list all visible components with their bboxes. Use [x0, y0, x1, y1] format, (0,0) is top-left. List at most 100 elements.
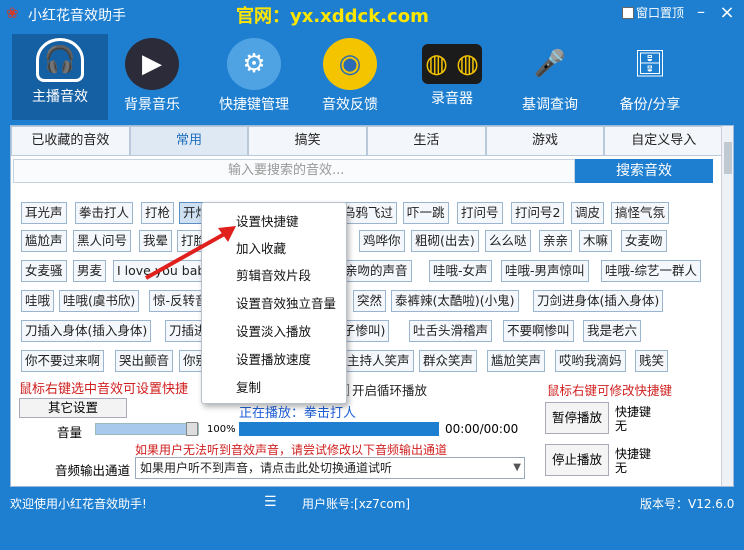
- audio-output-select[interactable]: 如果用户听不到声音，请点击此处切换通道试听 ▼: [135, 457, 525, 479]
- sound-chip[interactable]: 刀剑进身体(插入身体): [533, 290, 664, 312]
- volume-fill: [96, 424, 188, 434]
- sound-chip[interactable]: 打枪: [141, 202, 175, 224]
- sound-chip[interactable]: 打问号2: [511, 202, 565, 224]
- chevron-down-icon[interactable]: ▼: [513, 458, 521, 478]
- flower-logo-icon: ❀: [6, 4, 19, 22]
- tab-common[interactable]: 常用: [129, 126, 249, 156]
- app-title: 小红花音效助手: [28, 8, 126, 24]
- volume-slider[interactable]: [95, 422, 199, 436]
- menu-item-fade-in[interactable]: 设置淡入播放: [202, 319, 348, 345]
- tool-backup-share[interactable]: 🗄 备份/分享: [602, 34, 698, 120]
- tool-label: 备份/分享: [619, 97, 681, 113]
- sound-chip[interactable]: 搞怪气氛: [611, 202, 670, 224]
- search-row: 输入要搜索的音效... 搜索音效: [13, 159, 713, 183]
- sound-chip[interactable]: 你不要过来啊: [21, 350, 105, 372]
- sound-chip[interactable]: 贱笑: [635, 350, 669, 372]
- audio-output-label: 音频输出通道: [55, 463, 131, 478]
- sound-chip[interactable]: 哇哦-男声惊叫: [501, 260, 589, 282]
- context-menu: 设置快捷键 加入收藏 剪辑音效片段 设置音效独立音量 设置淡入播放 设置播放速度…: [201, 202, 347, 404]
- search-input[interactable]: 输入要搜索的音效...: [13, 159, 575, 183]
- tool-background-music[interactable]: ▶ 背景音乐: [104, 34, 200, 120]
- gear-keyboard-icon: ⚙: [227, 38, 281, 90]
- menu-item-set-volume[interactable]: 设置音效独立音量: [202, 291, 348, 317]
- now-playing-text: 正在播放：拳击打人: [239, 406, 357, 421]
- tab-custom-import[interactable]: 自定义导入: [604, 126, 724, 156]
- volume-knob[interactable]: [186, 422, 198, 436]
- sound-chip[interactable]: 哇哦-女声: [429, 260, 492, 282]
- sound-chip[interactable]: 么么哒: [485, 230, 531, 252]
- database-icon: 🗄: [633, 49, 667, 79]
- sound-chip[interactable]: 吓一跳: [403, 202, 449, 224]
- sound-chip[interactable]: 突然: [353, 290, 387, 312]
- sound-chip[interactable]: 哇哦-综艺一群人: [601, 260, 702, 282]
- hotkey-label: 快捷键: [615, 447, 652, 461]
- hamburger-menu-icon[interactable]: ☰: [264, 494, 277, 510]
- sound-chip[interactable]: 泰裤辣(太酷啦)(小鬼): [391, 290, 519, 312]
- other-settings-button[interactable]: 其它设置: [19, 398, 127, 418]
- menu-item-copy[interactable]: 复制: [202, 375, 348, 401]
- vertical-scrollbar[interactable]: [721, 126, 733, 486]
- sound-chip[interactable]: 调皮: [571, 202, 605, 224]
- sound-chip[interactable]: 黑人问号: [73, 230, 132, 252]
- playback-progress[interactable]: [239, 422, 439, 436]
- search-button[interactable]: 搜索音效: [575, 159, 713, 183]
- tool-key-lookup[interactable]: 🎤 基调查询: [502, 34, 598, 120]
- progress-fill: [239, 422, 439, 436]
- tab-funny[interactable]: 搞笑: [248, 126, 368, 156]
- checkbox-icon[interactable]: [622, 6, 634, 19]
- close-icon[interactable]: ×: [716, 2, 738, 23]
- sound-chip[interactable]: 粗砌(出去): [411, 230, 479, 252]
- sound-chip[interactable]: 木嘛: [579, 230, 613, 252]
- tool-sound-feedback[interactable]: ◉ 音效反馈: [302, 34, 398, 120]
- window-bottom: [0, 514, 744, 550]
- sound-chip[interactable]: 不要啊惨叫: [503, 320, 574, 342]
- scrollbar-thumb[interactable]: [724, 142, 732, 174]
- sound-chip[interactable]: 哇哦: [21, 290, 55, 312]
- sound-chip[interactable]: 亲吻的声音: [341, 260, 412, 282]
- sound-chip[interactable]: 吐舌头滑稽声: [409, 320, 493, 342]
- sound-chip[interactable]: 亲亲: [539, 230, 573, 252]
- sound-chip[interactable]: 刀插入身体(插入身体): [21, 320, 152, 342]
- sound-chip[interactable]: 群众笑声: [419, 350, 478, 372]
- sound-chip[interactable]: 尴尬笑声: [487, 350, 546, 372]
- menu-item-set-hotkey[interactable]: 设置快捷键: [202, 209, 348, 235]
- pin-window-label: 窗口置顶: [636, 6, 685, 20]
- tab-favorites[interactable]: 已收藏的音效: [11, 126, 130, 156]
- tool-label: 音效反馈: [322, 97, 378, 113]
- sound-chip[interactable]: 我是老六: [583, 320, 642, 342]
- sound-chip[interactable]: 我晕: [139, 230, 173, 252]
- volume-label: 音量: [57, 425, 83, 440]
- loop-checkbox[interactable]: 开启循环播放: [337, 380, 427, 399]
- menu-item-playback-speed[interactable]: 设置播放速度: [202, 347, 348, 373]
- sound-chip[interactable]: 耳光声: [21, 202, 67, 224]
- cassette-icon: ◍ ◍: [422, 44, 482, 84]
- menu-item-add-favorite[interactable]: 加入收藏: [202, 236, 348, 262]
- menu-item-clip-sound[interactable]: 剪辑音效片段: [202, 263, 348, 289]
- tab-games[interactable]: 游戏: [485, 126, 605, 156]
- tool-hotkey-manager[interactable]: ⚙ 快捷键管理: [206, 34, 302, 120]
- sound-chip[interactable]: 哎哟我滴妈: [555, 350, 626, 372]
- official-site-link[interactable]: 官网：yx.xddck.com: [236, 2, 429, 28]
- minimize-icon[interactable]: –: [690, 2, 712, 22]
- tool-label: 基调查询: [522, 97, 578, 113]
- tab-life[interactable]: 生活: [367, 126, 486, 156]
- pin-window-checkbox[interactable]: 窗口置顶: [622, 4, 684, 21]
- pause-button[interactable]: 暂停播放: [545, 402, 609, 434]
- version-text: 版本号：V12.6.0: [640, 497, 735, 511]
- hotkey-label: 快捷键: [615, 405, 652, 419]
- sound-chip[interactable]: 哇哦(虞书欣): [59, 290, 140, 312]
- sound-chip[interactable]: 男麦: [73, 260, 107, 282]
- sound-chip[interactable]: 打问号: [457, 202, 503, 224]
- sound-chip[interactable]: 主持人笑声: [343, 350, 414, 372]
- sound-chip[interactable]: 拳击打人: [75, 202, 134, 224]
- tool-anchor-sounds[interactable]: 🎧 主播音效: [12, 34, 108, 120]
- tool-label: 主播音效: [32, 89, 88, 105]
- sound-chip[interactable]: 女麦吻: [621, 230, 667, 252]
- tool-recorder[interactable]: ◍ ◍ 录音器: [404, 34, 500, 120]
- sound-chip[interactable]: 尴尬声: [21, 230, 67, 252]
- stop-button[interactable]: 停止播放: [545, 444, 609, 476]
- sound-chip[interactable]: 哭出颤音: [115, 350, 174, 372]
- status-bar: 欢迎使用小红花音效助手! ☰ 用户账号:[xz7com] 版本号：V12.6.0: [0, 490, 744, 514]
- sound-chip[interactable]: 鸡哗你: [359, 230, 405, 252]
- sound-chip[interactable]: 女麦骚: [21, 260, 67, 282]
